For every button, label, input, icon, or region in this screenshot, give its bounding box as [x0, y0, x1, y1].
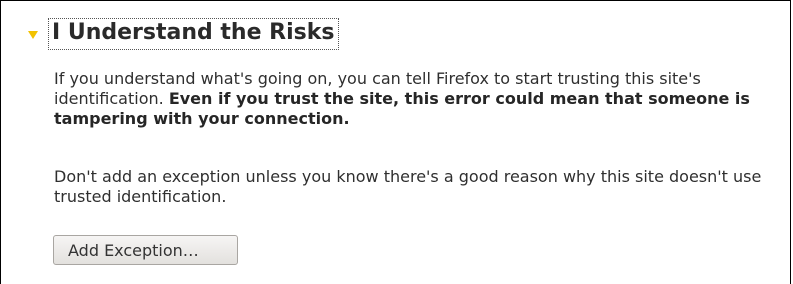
explanation-paragraph: If you understand what's going on, you c…	[54, 69, 784, 129]
risks-heading[interactable]: I Understand the Risks	[47, 18, 340, 50]
risks-panel: I Understand the Risks If you understand…	[0, 0, 791, 284]
expanded-triangle-icon[interactable]	[28, 31, 38, 39]
risks-expander[interactable]: I Understand the Risks	[28, 18, 340, 50]
add-exception-button[interactable]: Add Exception…	[53, 235, 238, 265]
advice-paragraph: Don't add an exception unless you know t…	[54, 167, 762, 206]
